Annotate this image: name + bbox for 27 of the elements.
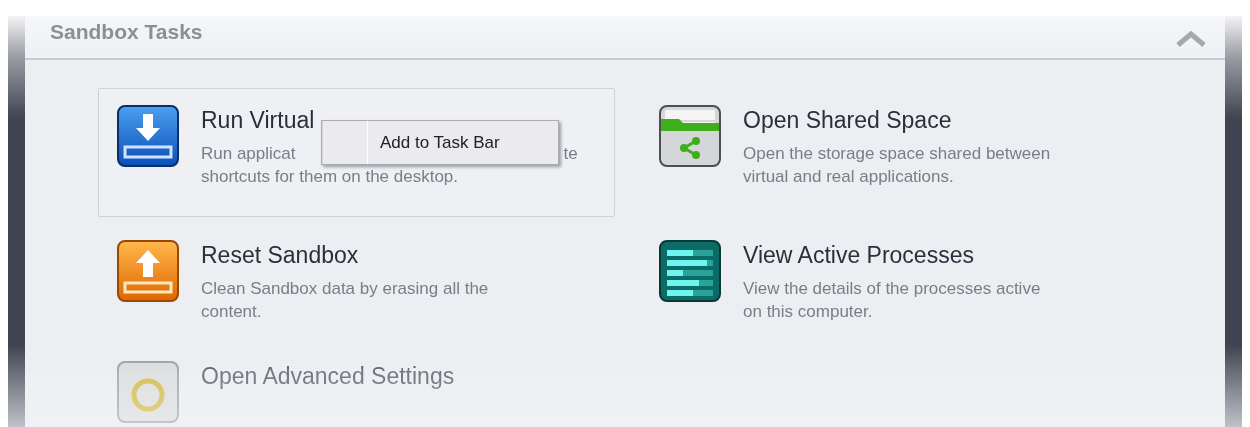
panel-title: Sandbox Tasks [50,19,203,45]
task-description: Clean Sandbox data by erasing all the [201,277,489,300]
task-description: View the details of the processes active [743,277,1041,300]
menu-item[interactable]: Add to Task Bar [368,121,558,164]
task-item[interactable]: Reset Sandbox Clean Sandbox data by erasing all the content. [98,222,615,352]
upload-icon [117,239,179,302]
collapse-button[interactable] [1175,29,1207,48]
task-description: te [563,142,578,165]
task-item[interactable]: Open Advanced Settings [98,357,615,427]
task-title: Reset Sandbox [201,242,359,268]
task-item[interactable]: Open Shared Space Open the storage space shared between virtual and real applications. [640,87,1157,217]
download-icon [117,104,179,167]
task-title: Open Advanced Settings [201,363,455,389]
task-description: Run applicat [201,142,296,165]
task-description: Open the storage space shared between [743,142,1051,165]
task-title: View Active Processes [743,242,974,268]
task-description: content. [201,300,262,323]
task-description: on this computer. [743,300,873,323]
task-description: virtual and real applications. [743,165,954,188]
list-icon [659,239,721,302]
task-item[interactable]: View Active Processes View the details of the processes active on this computer. [640,222,1157,352]
task-title: Open Shared Space [743,107,952,133]
menu-icon-gutter [322,121,368,164]
chevron-icon [1175,29,1207,48]
task-title: Run Virtual [201,107,315,133]
task-description: shortcuts for them on the desktop. [201,165,459,188]
shared-folder-icon [659,104,721,167]
